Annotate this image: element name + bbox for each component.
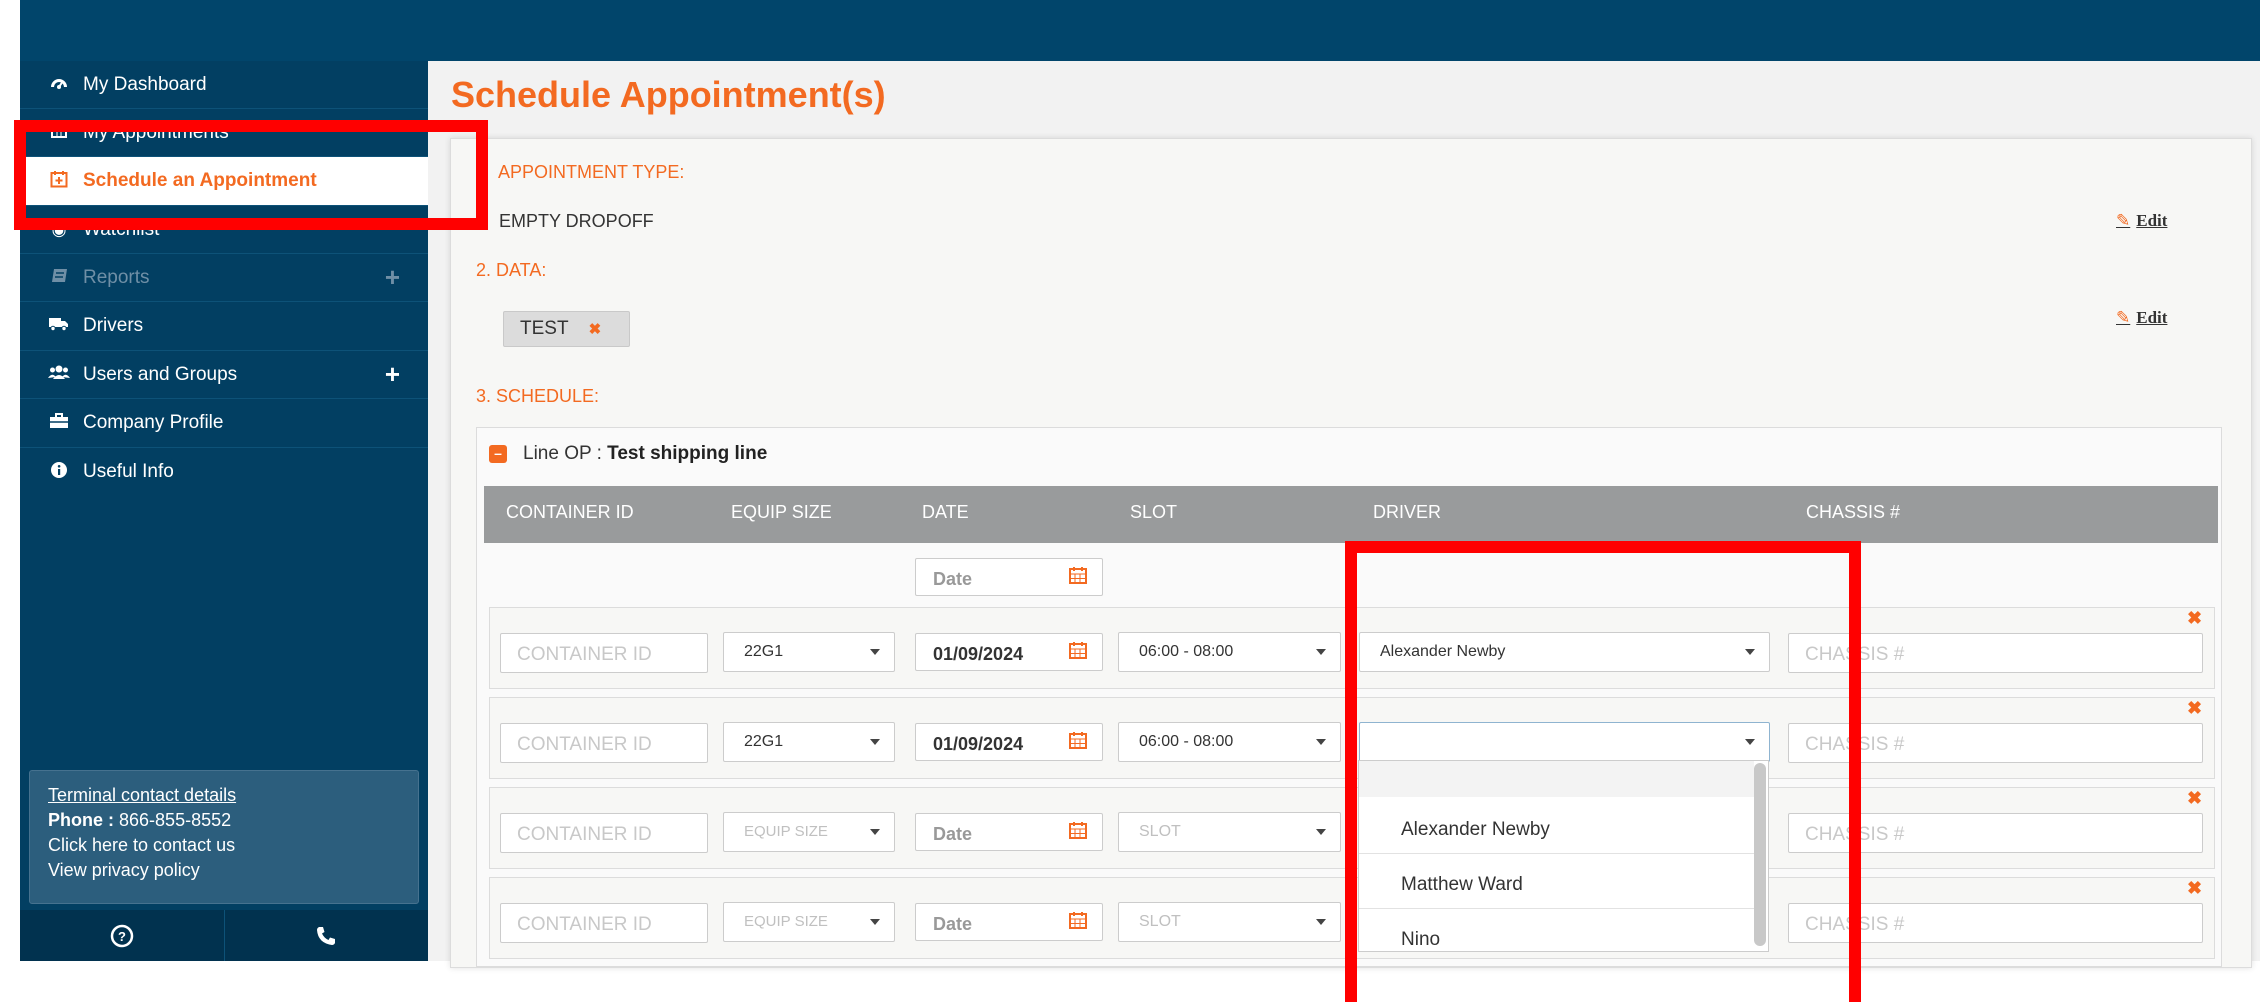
slot-select[interactable]: SLOT (1118, 902, 1341, 942)
chevron-down-icon (1316, 919, 1326, 925)
phone-line: Phone : 866-855-8552 (48, 808, 400, 833)
chevron-down-icon (870, 739, 880, 745)
sidebar-item-users-groups[interactable]: Users and Groups + (20, 351, 428, 399)
chevron-down-icon (870, 829, 880, 835)
data-tag: TEST ✖ (503, 311, 630, 347)
sidebar-item-reports[interactable]: Reports + (20, 254, 428, 302)
collapse-minus-icon[interactable]: – (489, 445, 507, 463)
calendar-icon (1069, 912, 1087, 929)
date-input[interactable]: Date (915, 903, 1103, 941)
users-icon (47, 364, 71, 385)
date-input[interactable]: Date (915, 813, 1103, 851)
edit-appointment-type-link[interactable]: ✎ Edit (2116, 211, 2167, 231)
sidebar-item-label: My Dashboard (83, 73, 207, 95)
edit-data-link[interactable]: ✎ Edit (2116, 308, 2167, 328)
phone-label: Phone : (48, 810, 114, 830)
chevron-down-icon (1316, 649, 1326, 655)
column-header-driver: DRIVER (1373, 502, 1442, 522)
slot-select[interactable]: 06:00 - 08:00 (1118, 722, 1341, 762)
page-title: Schedule Appointment(s) (451, 74, 886, 115)
sidebar-item-useful-info[interactable]: Useful Info (20, 448, 428, 496)
date-input[interactable]: 01/09/2024 (915, 723, 1103, 761)
equip-size-select[interactable]: 22G1 (723, 632, 895, 672)
remove-row-icon[interactable]: ✖ (2187, 878, 2202, 899)
contact-details-heading[interactable]: Terminal contact details (48, 783, 400, 808)
chevron-down-icon (870, 919, 880, 925)
sidebar-item-label: Drivers (83, 315, 144, 336)
equip-size-select[interactable]: 22G1 (723, 722, 895, 762)
remove-tag-icon[interactable]: ✖ (589, 321, 602, 338)
highlight-box-schedule-appointment (14, 120, 488, 230)
data-tag-label: TEST (520, 318, 569, 339)
slot-select[interactable]: 06:00 - 08:00 (1118, 632, 1341, 672)
edit-icon: ✎ (2116, 308, 2131, 328)
remove-row-icon[interactable]: ✖ (2187, 788, 2202, 809)
calendar-icon (1069, 567, 1087, 584)
calendar-icon (1069, 822, 1087, 839)
column-header-container-id: CONTAINER ID (506, 502, 634, 522)
data-section-label: 2. DATA: (476, 260, 547, 280)
svg-text:?: ? (118, 929, 126, 944)
container-id-input[interactable]: CONTAINER ID (500, 723, 708, 763)
contact-us-link[interactable]: Click here to contact us (48, 833, 400, 858)
book-icon (47, 268, 71, 288)
chevron-down-icon (870, 649, 880, 655)
sidebar-bottom-bar: ? (20, 910, 428, 961)
schedule-table-header: CONTAINER ID EQUIP SIZE DATE SLOT DRIVER… (484, 486, 2218, 543)
column-header-slot: SLOT (1130, 502, 1178, 522)
sidebar-item-drivers[interactable]: Drivers (20, 302, 428, 351)
phone-icon[interactable] (225, 910, 429, 961)
expand-plus-icon[interactable]: + (385, 359, 400, 390)
column-header-chassis: CHASSIS # (1806, 502, 1901, 522)
briefcase-icon (47, 413, 71, 433)
phone-number: 866-855-8552 (119, 810, 232, 830)
equip-size-select[interactable]: EQUIP SIZE (723, 812, 895, 852)
line-op-heading: Line OP : Test shipping line (523, 443, 768, 464)
appointment-type-label: APPOINTMENT TYPE: (498, 162, 685, 182)
sidebar-item-company-profile[interactable]: Company Profile (20, 399, 428, 448)
remove-row-icon[interactable]: ✖ (2187, 608, 2202, 629)
slot-select[interactable]: SLOT (1118, 812, 1341, 852)
dashboard-icon (47, 74, 71, 95)
privacy-policy-link[interactable]: View privacy policy (48, 858, 400, 883)
column-header-equip-size: EQUIP SIZE (731, 502, 832, 522)
expand-plus-icon[interactable]: + (385, 262, 400, 293)
highlight-box-driver-column (1345, 541, 1861, 1002)
date-filter-input[interactable]: Date (915, 558, 1103, 596)
sidebar-item-label: Users and Groups (83, 363, 238, 385)
remove-row-icon[interactable]: ✖ (2187, 698, 2202, 719)
calendar-icon (1069, 732, 1087, 749)
equip-size-select[interactable]: EQUIP SIZE (723, 902, 895, 942)
sidebar-item-label: Useful Info (83, 461, 174, 482)
container-id-input[interactable]: CONTAINER ID (500, 813, 708, 853)
column-header-date: DATE (922, 502, 969, 522)
edit-icon: ✎ (2116, 211, 2131, 231)
appointment-type-value: EMPTY DROPOFF (499, 211, 654, 231)
container-id-input[interactable]: CONTAINER ID (500, 633, 708, 673)
sidebar-item-label: Company Profile (83, 412, 224, 433)
chevron-down-icon (1316, 829, 1326, 835)
date-input[interactable]: 01/09/2024 (915, 633, 1103, 671)
help-icon[interactable]: ? (20, 910, 225, 961)
truck-icon (47, 316, 71, 336)
sidebar-item-dashboard[interactable]: My Dashboard (20, 61, 428, 109)
container-id-input[interactable]: CONTAINER ID (500, 903, 708, 943)
terminal-contact-panel: Terminal contact details Phone : 866-855… (29, 770, 419, 904)
chevron-down-icon (1316, 739, 1326, 745)
info-icon (47, 461, 71, 483)
sidebar-item-label: Reports (83, 266, 150, 288)
calendar-icon (1069, 642, 1087, 659)
top-header-bar (20, 0, 2260, 61)
schedule-section-label: 3. SCHEDULE: (476, 386, 600, 406)
